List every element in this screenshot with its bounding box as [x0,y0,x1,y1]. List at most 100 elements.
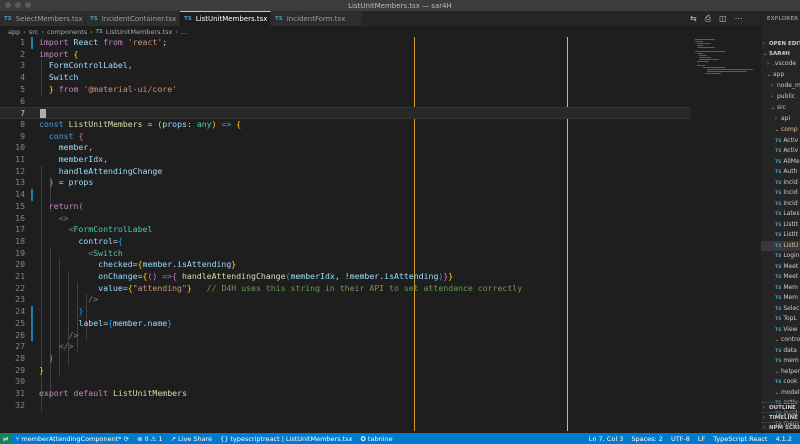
explorer-folder[interactable]: ⌄ helper [761,367,800,378]
explorer-file[interactable]: TS Login [761,251,800,262]
print-icon[interactable]: ⎙ [705,14,711,24]
code-line: 19 <Switch [15,247,123,258]
explorer-file[interactable]: TS ListIt [761,230,800,241]
explorer-item-label: mem [783,357,799,364]
explorer-file[interactable]: TS Incid [761,188,800,199]
git-branch-icon: ⑂ [15,434,20,443]
chevron-right-icon: › [90,27,93,36]
sidebar-section-header[interactable]: ›OPEN EDITORS [761,39,800,50]
error-icon: ⊗ [137,434,143,443]
explorer-item-label: Mem [783,294,799,301]
maximize-window-button[interactable] [25,2,31,8]
explorer-folder[interactable]: › api [761,114,800,125]
explorer-item-label: ListIt [783,231,798,238]
tab-label: IncidentForm.tsx [286,14,346,23]
split-editor-icon[interactable]: ◫ [719,14,727,23]
minimap[interactable] [693,37,753,77]
code-line: 12 handleAttendingChange [15,165,163,176]
language-server-indicator[interactable]: {} typescriptreact | ListUnitMembers.tsx [216,435,356,443]
code-line: 18 control={ [15,235,123,246]
code-line: 14 [15,189,25,200]
explorer-folder[interactable]: ⌄ app [761,70,800,81]
indentation[interactable]: Spaces: 2 [627,435,667,443]
explorer-folder[interactable]: › public [761,92,800,103]
explorer-folder[interactable]: › .vscode [761,59,800,70]
end-of-line[interactable]: LF [694,435,709,443]
explorer-file[interactable]: TS data [761,346,800,357]
explorer-file[interactable]: TS Auth [761,167,800,178]
minimap-line [697,61,709,62]
branch-indicator[interactable]: ⑂ memberAttendingComponent* ⟳ [11,435,133,443]
explorer-folder[interactable]: ⌄ model [761,388,800,399]
explorer-item-label: ListIt [783,220,798,228]
explorer-item-label: data [783,346,797,354]
code-line: 30 [15,376,25,387]
breadcrumb-item[interactable]: ... [181,28,187,36]
explorer-file[interactable]: TS Selec [761,304,800,315]
tab-incident-form[interactable]: TS IncidentForm.tsx [271,11,363,26]
explorer-file[interactable]: TS cook [761,377,800,388]
explorer-file[interactable]: TS Mem [761,293,800,304]
code-editor[interactable]: 1 import React from 'react'; 2 import { 3 … [0,37,760,431]
breadcrumb-item[interactable]: components [47,28,87,36]
tabnine-indicator[interactable]: ✪ tabnine [356,435,396,443]
explorer-file[interactable]: TS Lates [761,209,800,220]
explorer-file[interactable]: TS Meet [761,272,800,283]
explorer-file[interactable]: TS mem [761,356,800,367]
explorer-file[interactable]: TS Activ [761,136,800,147]
encoding[interactable]: UTF-8 [667,435,694,443]
more-actions-icon[interactable]: ⋯ [735,14,743,23]
close-window-button[interactable] [5,2,11,8]
code-line: 31 export default ListUnitMembers [15,388,187,398]
editor-actions: ⇆ ⎙ ◫ ⋯ [690,11,743,26]
explorer-file[interactable]: TS View [761,325,800,336]
section-label: NPM SCRIPTS [769,425,800,431]
remote-indicator[interactable]: ⇄ [0,433,12,444]
minimap-line [697,65,705,66]
cursor-position[interactable]: Ln 7, Col 3 [585,435,628,443]
section-label: SAR4H [769,51,790,57]
explorer-folder[interactable]: ⌄ contro [761,335,800,346]
explorer-item-label: cook [783,378,798,385]
explorer-file[interactable]: TS Incid [761,178,800,189]
breadcrumb-item[interactable]: src [29,28,39,36]
minimap-line [707,71,747,72]
live-share-button[interactable]: ↗ Live Share [167,435,217,443]
explorer-file[interactable]: TS TopL [761,314,800,325]
sidebar-section-header[interactable]: ⌄ SAR4H [761,49,800,60]
code-line: 9 const { [20,130,84,141]
sync-icon[interactable]: ⟳ [124,435,129,443]
minimap-line [697,47,715,48]
explorer-item-label: .vscode [773,60,797,67]
tab-list-unit-members[interactable]: TS ListUnitMembers.tsx × [180,11,279,26]
tab-label: SelectMembers.tsx [15,14,83,23]
explorer-file[interactable]: TS ListU [761,240,800,251]
tab-incident-container[interactable]: TS IncidentContainer.tsx [86,11,180,26]
typescript-version[interactable]: 4.1.2 [771,435,796,443]
breadcrumb-item[interactable]: ListUnitMembers.tsx [106,28,173,36]
sidebar-section-header[interactable]: ›NPM SCRIPTS [761,422,800,431]
open-changes-icon[interactable]: ⇆ [690,14,697,23]
branch-name: memberAttendingComponent* [21,434,122,443]
code-line: 24 } [15,306,84,317]
language-mode[interactable]: TypeScript React [709,435,771,443]
minimize-window-button[interactable] [15,2,21,8]
explorer-file[interactable]: TS AllMe [761,157,800,168]
problems-indicator[interactable]: ⊗ 0 ⚠ 1 [133,435,167,443]
explorer-file[interactable]: TS ListIt [761,220,800,231]
minimap-line [699,57,711,58]
status-bar-right: Ln 7, Col 3 Spaces: 2 UTF-8 LF TypeScrip… [585,433,796,444]
explorer-folder[interactable]: ⌄ comp [761,125,800,136]
tab-select-members[interactable]: TS SelectMembers.tsx [0,11,86,26]
explorer-folder[interactable]: ⌄ src [761,103,800,114]
code-line: 20 checked={member.isAttending} [15,259,237,270]
editor-scrollbar[interactable] [753,37,760,431]
explorer-file[interactable]: TS Incid [761,199,800,210]
explorer-file[interactable]: TS Mem [761,283,800,294]
breadcrumb-item[interactable]: app [8,28,20,36]
code-line: 1 import React from 'react'; [20,37,168,47]
typescript-icon: TS [775,149,782,154]
explorer-file[interactable]: TS Meet [761,262,800,273]
explorer-folder[interactable]: › node_m [761,81,800,92]
explorer-file[interactable]: TS Activ [761,146,800,157]
